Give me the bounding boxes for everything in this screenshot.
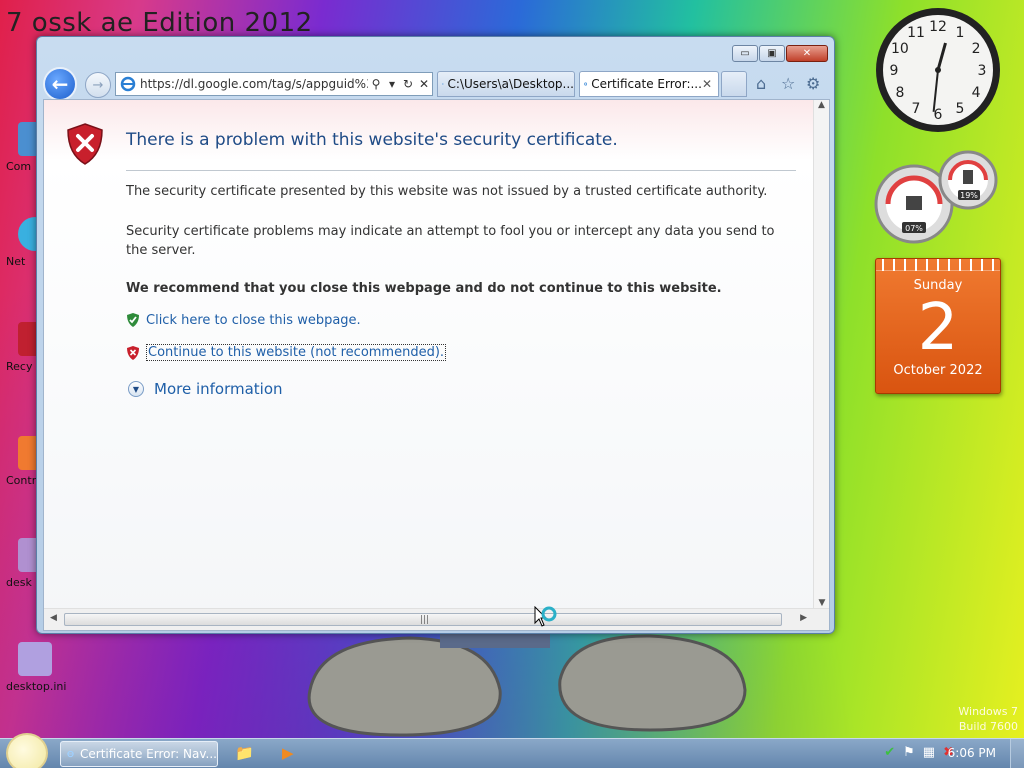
clock-number: 4 — [972, 85, 981, 101]
clock-number: 7 — [912, 101, 921, 117]
security-icon[interactable]: ✔ — [884, 745, 895, 760]
ie-page-icon — [584, 82, 588, 86]
refresh-icon[interactable]: ↻ — [400, 77, 416, 91]
close-tab-icon[interactable]: ✕ — [702, 77, 712, 91]
warning-shield-icon — [127, 345, 139, 360]
chevron-down-icon[interactable]: ▾ — [384, 77, 400, 91]
error-shield-icon — [67, 123, 103, 165]
clock-number: 3 — [978, 63, 987, 79]
taskbar-clock[interactable]: 6:06 PM — [948, 746, 996, 760]
continue-website-link[interactable]: Continue to this website (not recommende… — [146, 344, 447, 361]
clock-number: 10 — [891, 41, 909, 57]
window-caption-buttons: ▭ ▣ ✕ — [732, 45, 828, 62]
calendar-gadget[interactable]: Sunday 2 October 2022 — [875, 258, 1001, 394]
settings-icon[interactable]: ⚙ — [806, 74, 820, 93]
network-icon[interactable]: ▦ — [923, 745, 935, 760]
recommendation-text: We recommend that you close this webpage… — [126, 281, 722, 296]
ie-page-icon — [67, 750, 74, 758]
close-window-button[interactable]: ✕ — [786, 45, 828, 62]
windows-watermark: Windows 7 Build 7600 — [958, 704, 1018, 734]
maximize-button[interactable]: ▣ — [759, 45, 785, 62]
tab-certificate-error[interactable]: Certificate Error:... ✕ — [579, 71, 719, 97]
close-webpage-link[interactable]: Click here to close this webpage. — [146, 313, 361, 328]
scroll-grip-icon: ||| — [420, 615, 430, 625]
cpu-meter-gadget[interactable]: 07% 19% — [874, 148, 1002, 244]
vertical-scrollbar[interactable]: ▲ ▼ — [813, 100, 829, 610]
page-content: There is a problem with this website's s… — [43, 99, 830, 631]
media-player-icon[interactable]: ▶ — [282, 744, 294, 762]
start-button[interactable] — [6, 733, 48, 768]
show-desktop-button[interactable] — [1010, 739, 1024, 768]
forward-button[interactable]: → — [85, 72, 111, 98]
sneakers-wallpaper-art — [307, 630, 747, 737]
watermark-line: Windows 7 — [958, 705, 1018, 718]
calendar-day: 2 — [917, 291, 959, 365]
tab-label: Certificate Error:... — [591, 77, 702, 91]
clock-number: 12 — [929, 19, 947, 35]
clock-number: 9 — [890, 63, 899, 79]
new-tab-button[interactable] — [721, 71, 747, 97]
search-icon[interactable]: ⚲ — [368, 77, 384, 91]
home-icon[interactable]: ⌂ — [756, 74, 766, 93]
clock-number: 1 — [956, 25, 965, 41]
tab-desktop-folder[interactable]: C:\Users\a\Desktop... — [437, 71, 575, 97]
flag-icon[interactable]: ⚑ — [903, 745, 915, 760]
busy-cursor-icon — [534, 606, 557, 627]
ie-page-icon — [442, 83, 444, 85]
more-information-toggle[interactable]: ▼ More information — [128, 380, 283, 398]
navigation-bar: ← → https://dl.google.com/tag/s/appguid%… — [41, 67, 830, 101]
address-url[interactable]: https://dl.google.com/tag/s/appguid%3D — [140, 77, 368, 91]
tab-label: C:\Users\a\Desktop... — [447, 77, 574, 91]
explorer-icon[interactable]: 📁 — [235, 744, 254, 762]
favorites-icon[interactable]: ☆ — [781, 74, 795, 93]
taskbar-button-label: Certificate Error: Nav... — [80, 747, 217, 761]
continue-website-row[interactable]: Continue to this website (not recommende… — [126, 344, 447, 361]
clock-number: 8 — [895, 85, 904, 101]
clock-number: 6 — [934, 107, 943, 123]
watermark-line: Build 7600 — [958, 720, 1018, 733]
taskbar-browser-button[interactable]: Certificate Error: Nav... — [60, 741, 218, 767]
clock-gadget[interactable]: 12 12 3 45678 9 1011 — [874, 6, 1002, 134]
minimize-button[interactable]: ▭ — [732, 45, 758, 62]
certificate-explanation: The security certificate presented by th… — [126, 184, 768, 199]
horizontal-scroll-thumb[interactable]: ||| — [64, 613, 782, 626]
clock-number: 11 — [907, 25, 925, 41]
ini-file-icon — [18, 642, 52, 676]
scroll-right-icon[interactable]: ▶ — [800, 613, 807, 623]
desktop-icon-desktop-ini[interactable]: desktop.ini — [6, 642, 86, 693]
page-title: There is a problem with this website's s… — [126, 130, 618, 150]
desktop-title-text: 7 ossk ae Edition 2012 — [6, 8, 313, 38]
horizontal-scrollbar[interactable]: ◀ ||| ▶ — [44, 608, 829, 630]
close-webpage-row[interactable]: Click here to close this webpage. — [126, 312, 361, 328]
safe-shield-icon — [127, 313, 139, 327]
taskbar: Certificate Error: Nav... 📁 ▶ ✔ ⚑ ▦ ✖ 6:… — [0, 733, 1024, 768]
desktop-icon-label: desktop.ini — [6, 680, 67, 693]
ie-page-icon — [120, 76, 136, 92]
address-bar[interactable]: https://dl.google.com/tag/s/appguid%3D ⚲… — [115, 72, 433, 96]
stop-icon[interactable]: ✕ — [416, 77, 432, 91]
calendar-month-year: October 2022 — [893, 363, 983, 378]
browser-window[interactable]: ▭ ▣ ✕ ← → https://dl.google.com/tag/s/ap… — [36, 36, 835, 634]
more-information-label: More information — [154, 380, 283, 398]
back-button[interactable]: ← — [43, 67, 77, 101]
memory-percent: 19% — [960, 191, 978, 200]
scroll-left-icon[interactable]: ◀ — [50, 613, 57, 623]
expand-chevron-icon: ▼ — [128, 381, 144, 397]
clock-number: 5 — [956, 101, 965, 117]
scroll-down-icon[interactable]: ▼ — [814, 598, 830, 608]
system-tray: ✔ ⚑ ▦ ✖ — [884, 745, 954, 760]
clock-number: 2 — [972, 41, 981, 57]
cpu-percent: 07% — [905, 224, 923, 233]
title-divider — [126, 170, 796, 171]
calendar-rings — [876, 259, 1000, 271]
scroll-up-icon[interactable]: ▲ — [814, 100, 829, 110]
certificate-warning: Security certificate problems may indica… — [126, 224, 775, 258]
